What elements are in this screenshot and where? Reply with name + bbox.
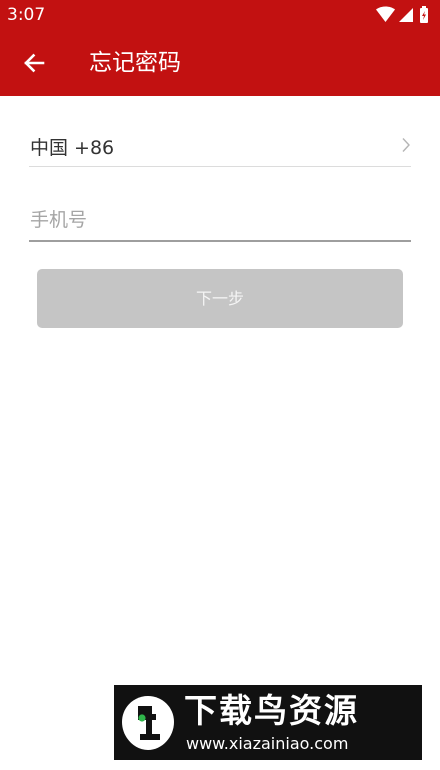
- toolbar: 忘记密码: [0, 30, 440, 96]
- arrow-left-icon: [24, 53, 45, 73]
- status-time: 3:07: [7, 5, 46, 25]
- next-button[interactable]: 下一步: [37, 269, 403, 328]
- status-bar: 3:07: [0, 0, 440, 30]
- page-title: 忘记密码: [89, 50, 181, 76]
- forgot-password-screen: 3:07 忘记密码 中国 +86 手机号 下一步 下载鸟资源 www.xiaza…: [0, 0, 440, 770]
- wifi-icon: [376, 6, 395, 22]
- phone-field: [29, 200, 411, 242]
- watermark-url: www.xiazainiao.com: [186, 734, 349, 753]
- chevron-right-icon: [402, 138, 410, 152]
- phone-input[interactable]: [29, 206, 411, 234]
- status-icons: [376, 5, 434, 25]
- country-code-selector[interactable]: 中国 +86: [29, 128, 411, 167]
- watermark: 下载鸟资源 www.xiazainiao.com: [114, 685, 422, 760]
- bird-logo-icon: [122, 696, 174, 750]
- signal-icon: [399, 8, 413, 22]
- watermark-title: 下载鸟资源: [184, 691, 359, 730]
- battery-icon: [420, 6, 428, 23]
- country-code-label: 中国 +86: [30, 137, 115, 159]
- back-button[interactable]: [14, 43, 54, 83]
- app-bar: 3:07 忘记密码: [0, 0, 440, 96]
